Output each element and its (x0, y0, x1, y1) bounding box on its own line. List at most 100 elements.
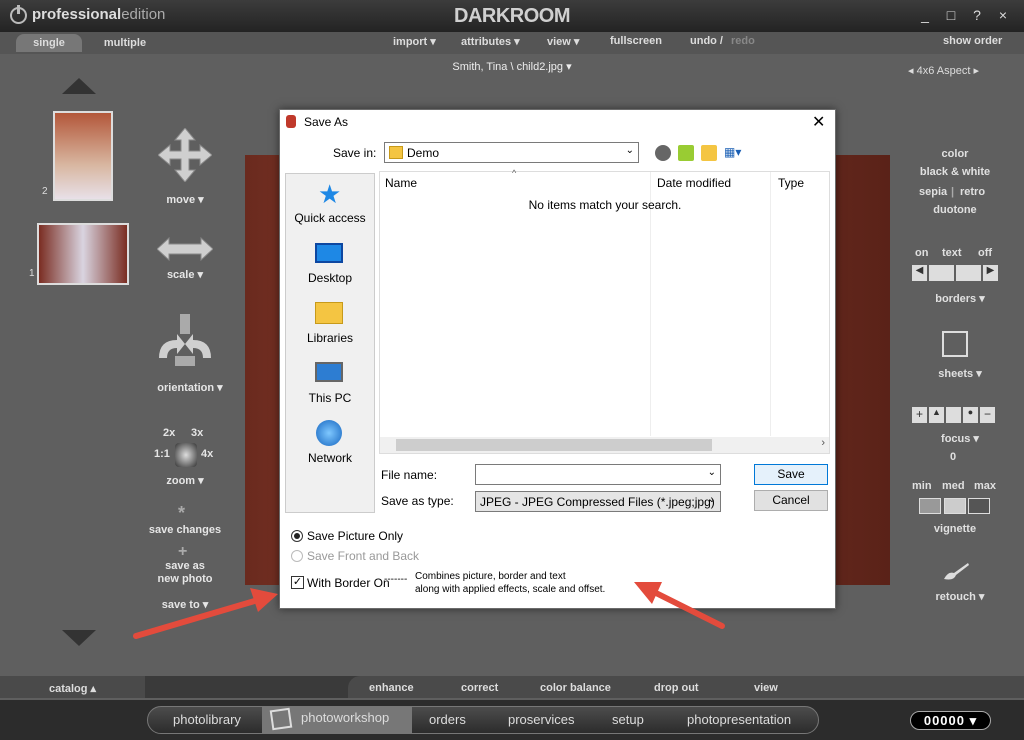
square-icon[interactable] (946, 407, 961, 423)
tab-view[interactable]: view (754, 682, 778, 694)
brush-icon[interactable] (942, 561, 970, 581)
back-icon[interactable] (655, 145, 671, 161)
aspect-selector[interactable]: ◂ 4x6 Aspect ▸ (908, 64, 979, 77)
catalog-tab[interactable]: catalog ▴ (0, 676, 145, 698)
file-name-input[interactable]: ⌄ (475, 464, 721, 485)
vignette-label: vignette (933, 523, 977, 535)
vignette-max-label: max (974, 480, 997, 492)
color-mode-duotone[interactable]: duotone (910, 204, 1000, 216)
zoom-1x-button[interactable]: 1:1 (154, 448, 170, 460)
tab-multiple[interactable]: multiple (90, 34, 160, 52)
place-quick-access[interactable]: Quick access (285, 211, 375, 225)
color-mode-sepia[interactable]: sepia (919, 186, 947, 198)
horizontal-scrollbar[interactable]: › (380, 437, 829, 453)
tab-single[interactable]: single (16, 34, 82, 52)
crop-icon[interactable] (942, 331, 968, 357)
menu-fullscreen[interactable]: fullscreen (610, 35, 662, 47)
save-in-label: Save in: (333, 146, 377, 160)
current-file-path[interactable]: Smith, Tina \ child2.jpg ▾ (0, 60, 1024, 73)
zoom-3x-button[interactable]: 3x (191, 427, 203, 439)
scroll-right-icon[interactable]: › (821, 437, 825, 449)
file-list[interactable] (379, 171, 830, 454)
thumbnail-1[interactable] (37, 223, 129, 285)
help-text-line-2: along with applied effects, scale and of… (415, 584, 606, 595)
menu-attributes[interactable]: attributes ▾ (461, 35, 520, 48)
menu-undo[interactable]: undo / (690, 35, 723, 47)
save-as-label[interactable]: save as (140, 560, 230, 572)
save-button[interactable]: Save (754, 464, 828, 485)
plus-icon[interactable]: + (912, 407, 927, 423)
zoom-4x-button[interactable]: 4x (201, 448, 213, 460)
column-name[interactable]: Name (385, 176, 417, 190)
cancel-button[interactable]: Cancel (754, 490, 828, 511)
view-menu-icon[interactable]: ▦▾ (724, 145, 750, 161)
annotation-arrow-right (630, 578, 730, 632)
save-changes-button[interactable]: save changes (140, 524, 230, 536)
nav-photoworkshop[interactable]: photoworkshop (301, 710, 389, 725)
tab-enhance[interactable]: enhance (369, 682, 414, 694)
menu-view[interactable]: view ▾ (547, 35, 579, 48)
close-icon[interactable]: ✕ (812, 112, 825, 132)
tab-correct[interactable]: correct (461, 682, 498, 694)
column-type[interactable]: Type (778, 176, 804, 190)
nav-setup[interactable]: setup (612, 712, 644, 727)
zoom-label[interactable]: zoom ▾ (160, 474, 210, 487)
zoom-lens-icon[interactable] (175, 443, 197, 467)
nav-orders[interactable]: orders (429, 712, 466, 727)
vignette-med-button[interactable] (944, 498, 966, 514)
zoom-2x-button[interactable]: 2x (163, 427, 175, 439)
borders-label[interactable]: borders ▾ (920, 292, 1000, 305)
edit-icon[interactable] (956, 265, 981, 281)
sheets-label[interactable]: sheets ▾ (925, 367, 995, 380)
window-controls[interactable]: _ □ ? × (921, 7, 1014, 23)
tab-drop-out[interactable]: drop out (654, 682, 699, 694)
chevron-down-icon: ⌄ (707, 494, 716, 505)
scroll-up-icon[interactable] (62, 78, 96, 94)
color-mode-retro[interactable]: retro (960, 186, 985, 198)
next-border-icon[interactable]: ▶ (983, 265, 998, 281)
menu-redo[interactable]: redo (731, 35, 755, 47)
thumbnail-2[interactable] (53, 111, 113, 201)
minus-icon[interactable]: − (980, 407, 995, 423)
column-date-modified[interactable]: Date modified (657, 176, 731, 190)
radio-save-picture-only[interactable] (291, 530, 303, 542)
color-mode-color[interactable]: color (910, 148, 1000, 160)
triangle-icon[interactable]: ▲ (929, 407, 944, 423)
prev-border-icon[interactable]: ◀ (912, 265, 927, 281)
move-icon[interactable] (157, 127, 213, 183)
menu-import[interactable]: import ▾ (393, 35, 436, 48)
color-mode-bw[interactable]: black & white (910, 166, 1000, 178)
tab-color-balance[interactable]: color balance (540, 682, 611, 694)
save-as-type-dropdown[interactable]: JPEG - JPEG Compressed Files (*.jpeg;jpg… (475, 491, 721, 512)
scale-label[interactable]: scale ▾ (155, 268, 215, 281)
scale-icon[interactable] (156, 236, 214, 262)
place-libraries[interactable]: Libraries (285, 331, 375, 345)
new-folder-icon[interactable] (701, 145, 717, 161)
nav-photolibrary[interactable]: photolibrary (173, 712, 241, 727)
radio-save-front-back[interactable] (291, 550, 303, 562)
search-icon[interactable] (929, 265, 954, 281)
focus-controls: + ▲ ● − (912, 407, 998, 423)
vignette-max-button[interactable] (968, 498, 990, 514)
focus-label[interactable]: focus ▾ (930, 432, 990, 445)
nav-photopresentation[interactable]: photopresentation (687, 712, 791, 727)
up-folder-icon[interactable] (678, 145, 694, 161)
place-desktop[interactable]: Desktop (285, 271, 375, 285)
move-label[interactable]: move ▾ (155, 193, 215, 206)
save-as-type-label: Save as type: (381, 494, 454, 508)
nav-proservices[interactable]: proservices (508, 712, 574, 727)
new-photo-label[interactable]: new photo (140, 573, 230, 585)
place-network[interactable]: Network (285, 451, 375, 465)
order-counter[interactable]: 00000 ▾ (910, 711, 991, 730)
vignette-min-button[interactable] (919, 498, 941, 514)
place-this-pc[interactable]: This PC (285, 391, 375, 405)
scrollbar-thumb[interactable] (396, 439, 712, 451)
scroll-down-icon[interactable] (62, 630, 96, 646)
orientation-label[interactable]: orientation ▾ (148, 381, 232, 394)
circle-icon[interactable]: ● (963, 407, 978, 423)
save-in-dropdown[interactable]: Demo ⌄ (384, 142, 639, 163)
menu-show-order[interactable]: show order (943, 35, 1002, 47)
retouch-label[interactable]: retouch ▾ (925, 590, 995, 603)
checkbox-with-border-on[interactable]: ✓ (291, 576, 304, 589)
orientation-icon[interactable] (155, 314, 215, 366)
